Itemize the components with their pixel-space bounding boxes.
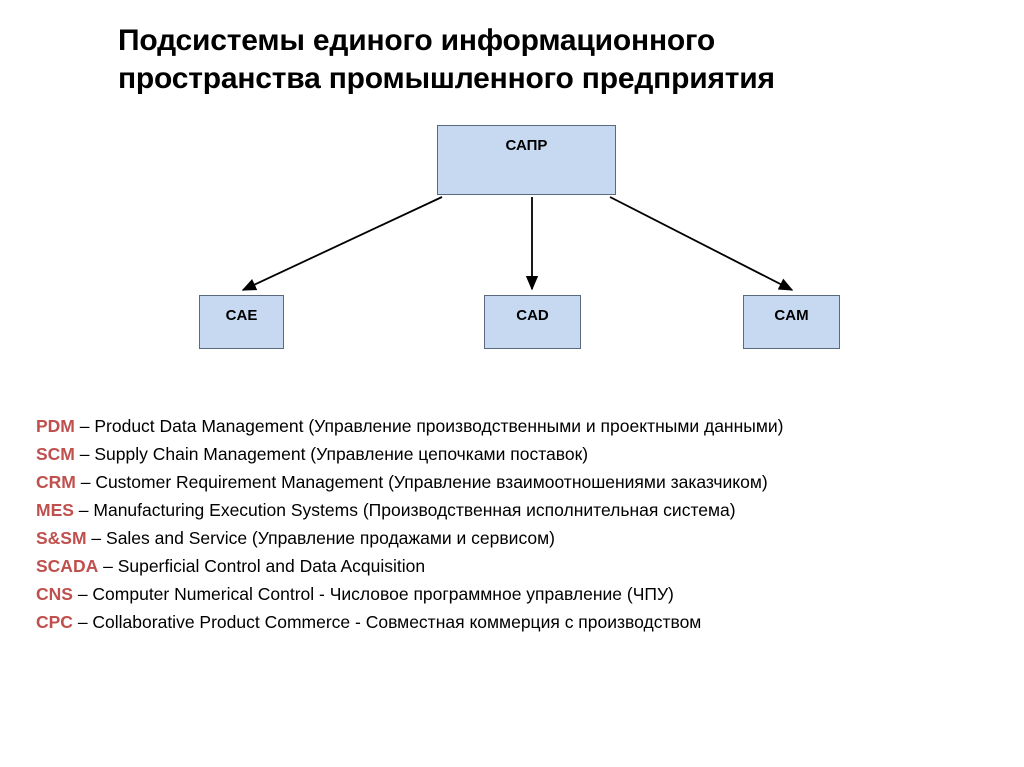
legend-acronym-crm: CRM — [36, 472, 76, 492]
legend-acronym-scm: SCM — [36, 444, 75, 464]
diagram-node-cae[interactable]: CAE — [199, 295, 284, 349]
acronym-legend: PDM – Product Data Management (Управлени… — [36, 412, 988, 636]
diagram-node-sapr-label: САПР — [505, 137, 548, 154]
legend-acronym-ssm: S&SM — [36, 528, 87, 548]
diagram-node-cad[interactable]: CAD — [484, 295, 581, 349]
legend-item-scada: SCADA – Superficial Control and Data Acq… — [36, 552, 988, 580]
legend-desc-scm: – Supply Chain Management (Управление це… — [74, 444, 589, 464]
legend-desc-pdm: – Product Data Management (Управление пр… — [74, 416, 784, 436]
legend-desc-crm: – Customer Requirement Management (Управ… — [75, 472, 768, 492]
edge-sapr-to-cam — [609, 196, 794, 291]
legend-acronym-pdm: PDM — [36, 416, 75, 436]
diagram-node-cad-label: CAD — [516, 307, 549, 324]
edge-sapr-to-cae — [241, 196, 443, 291]
legend-acronym-cpc: CPC — [36, 612, 73, 632]
diagram-node-cam-label: CAM — [774, 307, 809, 324]
legend-desc-cpc: – Collaborative Product Commerce - Совме… — [72, 612, 702, 632]
legend-desc-cns: – Computer Numerical Control - Числовое … — [72, 584, 674, 604]
diagram-node-sapr[interactable]: САПР — [437, 125, 616, 195]
hierarchy-diagram: САПР CAE CAD CAM — [0, 0, 1024, 400]
legend-desc-ssm: – Sales and Service (Управление продажам… — [86, 528, 555, 548]
legend-desc-mes: – Manufacturing Execution Systems (Произ… — [73, 500, 736, 520]
legend-acronym-scada: SCADA — [36, 556, 99, 576]
legend-item-cns: CNS – Computer Numerical Control - Число… — [36, 580, 988, 608]
diagram-node-cae-label: CAE — [225, 307, 258, 324]
legend-item-pdm: PDM – Product Data Management (Управлени… — [36, 412, 988, 440]
legend-item-mes: MES – Manufacturing Execution Systems (П… — [36, 496, 988, 524]
legend-item-crm: CRM – Customer Requirement Management (У… — [36, 468, 988, 496]
legend-acronym-mes: MES — [36, 500, 74, 520]
diagram-node-cam[interactable]: CAM — [743, 295, 840, 349]
legend-desc-scada: – Superficial Control and Data Acquisiti… — [98, 556, 426, 576]
legend-item-scm: SCM – Supply Chain Management (Управлени… — [36, 440, 988, 468]
legend-item-ssm: S&SM – Sales and Service (Управление про… — [36, 524, 988, 552]
legend-acronym-cns: CNS — [36, 584, 73, 604]
legend-item-cpc: CPC – Collaborative Product Commerce - С… — [36, 608, 988, 636]
